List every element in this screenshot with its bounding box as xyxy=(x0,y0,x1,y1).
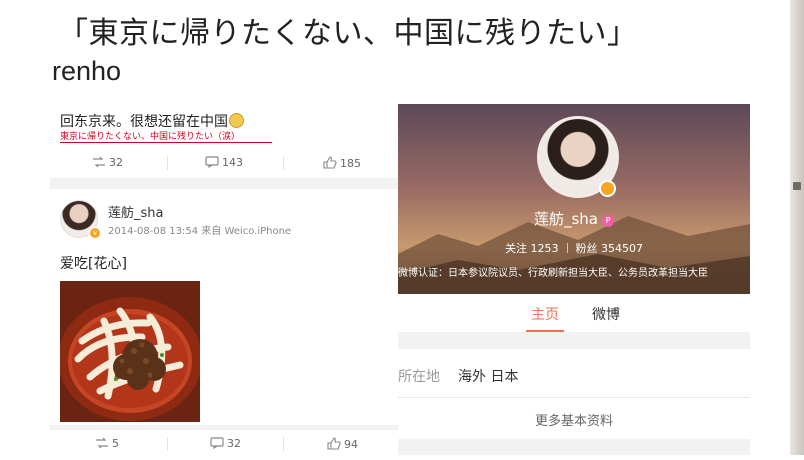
profile-cover-image: 莲舫_sha P 关注 1253 粉丝 354507 微博认证：日本参议院议员、行政… xyxy=(398,104,750,294)
action-divider xyxy=(283,156,284,170)
post2-meta: 2014-08-08 13:54 来自 Weico.iPhone xyxy=(108,226,292,237)
verified-badge-icon: v xyxy=(89,227,101,239)
post1-comment-button[interactable]: 143 xyxy=(205,156,243,169)
post2-repost-count: 5 xyxy=(112,437,119,450)
noodle-dish-illustration xyxy=(60,281,200,422)
row-divider xyxy=(398,397,750,398)
post1-like-count: 185 xyxy=(340,157,361,170)
thumbs-up-icon xyxy=(323,156,337,169)
author-name: renho xyxy=(52,56,122,86)
followers-count[interactable]: 粉丝 354507 xyxy=(576,242,644,255)
location-value: 海外 日本 xyxy=(458,369,519,385)
post2-repost-button[interactable]: 5 xyxy=(95,437,119,450)
repost-icon xyxy=(96,437,108,449)
post1-text-content: 回东京来。很想还留在中国 xyxy=(60,114,228,130)
location-row: 所在地 海外 日本 xyxy=(398,366,518,386)
post2-username[interactable]: 莲舫_sha xyxy=(108,202,163,221)
tab-weibo[interactable]: 微博 xyxy=(592,304,620,324)
profile-tabs: 主页 微博 xyxy=(398,294,750,332)
verified-badge-icon xyxy=(599,180,616,197)
post1-comment-count: 143 xyxy=(222,156,243,169)
comment-icon xyxy=(205,156,219,169)
post1-repost-count: 32 xyxy=(109,156,123,169)
profile-name: 莲舫_sha xyxy=(533,210,598,228)
verification-text: 微博认证：日本参议院议员、行政刷新担当大臣、公务员改革担当大臣 xyxy=(398,268,708,279)
profile-stats: 关注 1253 粉丝 354507 xyxy=(398,240,750,256)
post2-like-count: 94 xyxy=(344,438,358,451)
action-divider xyxy=(167,437,168,451)
stats-divider xyxy=(566,243,568,253)
comment-icon xyxy=(210,437,224,450)
location-label: 所在地 xyxy=(398,369,440,385)
section-gap xyxy=(398,439,750,455)
post2-like-button[interactable]: 94 xyxy=(327,437,358,451)
post2-comment-button[interactable]: 32 xyxy=(210,437,241,450)
thumbs-up-icon xyxy=(327,437,341,450)
section-gap xyxy=(398,332,750,349)
post2-text: 爱吃[花心] xyxy=(60,256,127,272)
edge-marker-icon xyxy=(793,182,801,190)
right-edge-strip xyxy=(790,0,804,455)
member-badge-icon: P xyxy=(602,215,614,227)
feed-gap xyxy=(50,178,402,189)
post1-japanese-annotation: 東京に帰りたくない、中国に残りたい（涙） xyxy=(60,132,241,142)
post1-like-button[interactable]: 185 xyxy=(323,156,361,170)
post1-repost-button[interactable]: 32 xyxy=(92,156,123,169)
post2-action-bar: 5 32 94 xyxy=(50,430,402,460)
more-info-link[interactable]: 更多基本资料 xyxy=(398,410,750,429)
feed-gap xyxy=(50,425,402,430)
repost-icon xyxy=(93,156,105,168)
post1-text: 回东京来。很想还留在中国 xyxy=(60,111,244,131)
post2-comment-count: 32 xyxy=(227,437,241,450)
tab-home[interactable]: 主页 xyxy=(531,304,559,324)
crying-face-icon xyxy=(229,113,244,128)
action-divider xyxy=(167,156,168,170)
headline-title: 「東京に帰りたくない、中国に残りたい」 xyxy=(58,16,638,51)
profile-panel: 莲舫_sha P 关注 1253 粉丝 354507 微博认证：日本参议院议员、行政… xyxy=(398,104,750,455)
weibo-feed-panel: 回东京来。很想还留在中国 東京に帰りたくない、中国に残りたい（涙） 32 143… xyxy=(50,103,402,455)
following-count[interactable]: 关注 1253 xyxy=(505,242,559,255)
noodle-dish-image[interactable] xyxy=(60,281,200,422)
annotation-underline xyxy=(60,142,272,143)
profile-name-row: 莲舫_sha P xyxy=(398,208,750,229)
action-divider xyxy=(283,437,284,451)
post1-action-bar: 32 143 185 xyxy=(50,147,402,177)
